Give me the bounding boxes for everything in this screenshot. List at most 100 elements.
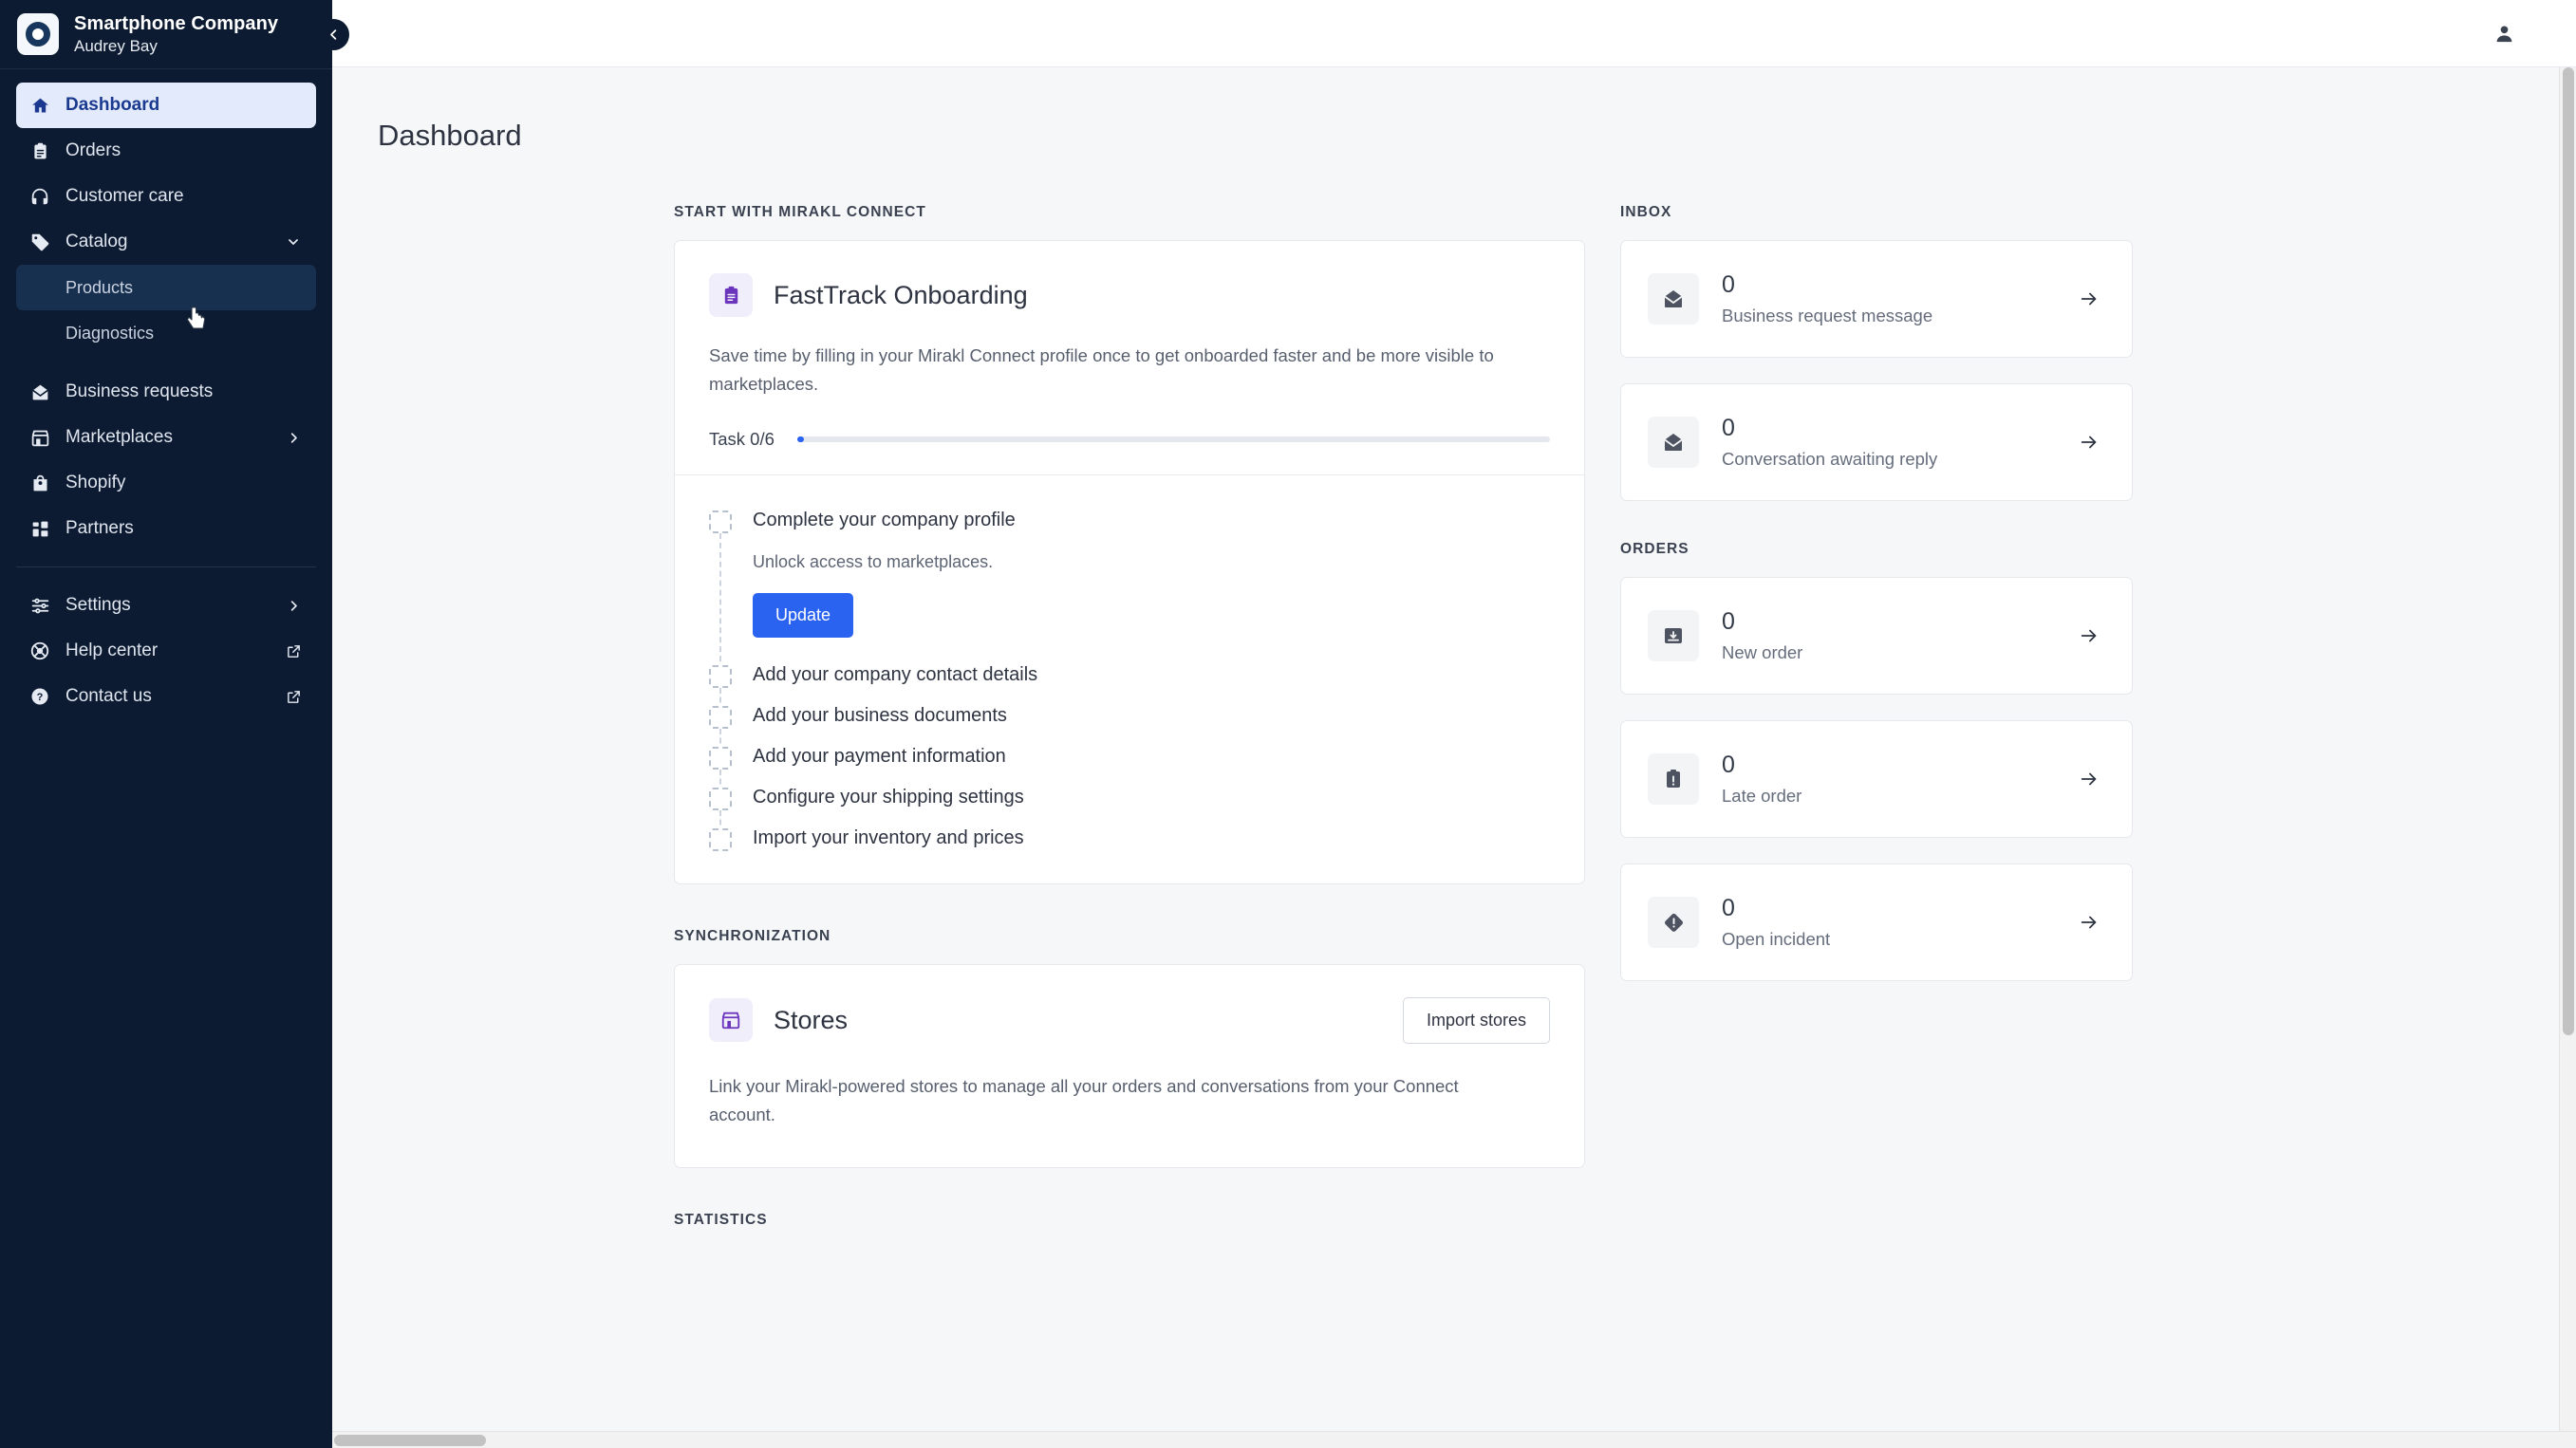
sidebar-item-partners[interactable]: Partners <box>16 506 316 551</box>
sidebar-divider <box>16 566 316 567</box>
task-checkbox[interactable] <box>709 827 732 851</box>
stores-description: Link your Mirakl-powered stores to manag… <box>709 1075 1459 1124</box>
stat-count: 0 <box>1722 608 1735 636</box>
vertical-scrollbar[interactable] <box>2559 67 2576 1431</box>
sidebar-item-label: Marketplaces <box>65 427 173 447</box>
task-checkbox[interactable] <box>709 787 732 810</box>
task-body: Import your inventory and prices <box>753 826 1550 851</box>
sidebar-item-label: Business requests <box>65 381 214 401</box>
stores-header-row: Stores Import stores <box>709 996 1550 1044</box>
task-label: Add your business documents <box>753 704 1007 726</box>
sidebar-item-settings[interactable]: Settings <box>16 583 316 628</box>
progress-label: Task 0/6 <box>709 428 775 449</box>
sidebar-item-marketplaces[interactable]: Marketplaces <box>16 415 316 460</box>
arrow-right-icon[interactable] <box>2073 283 2105 315</box>
sidebar-item-products[interactable]: Products <box>16 265 316 310</box>
task-body: Add your company contact details <box>753 662 1550 703</box>
fasttrack-progress: Task 0/6 <box>709 429 1550 450</box>
sidebar-item-dashboard[interactable]: Dashboard <box>16 83 316 128</box>
clipboard-icon <box>29 140 50 161</box>
sidebar: Smartphone Company Audrey Bay Dashboard … <box>0 0 332 1448</box>
clipboard-alert-icon <box>1648 753 1699 805</box>
stores-title-group: Stores <box>709 998 1403 1043</box>
sidebar-item-orders[interactable]: Orders <box>16 128 316 174</box>
stat-count: 0 <box>1722 271 1735 299</box>
user-name: Audrey Bay <box>74 36 158 55</box>
sidebar-item-label: Catalog <box>65 232 128 251</box>
sidebar-item-label: Partners <box>65 518 134 538</box>
section-label-start: Start with Mirakl Connect <box>674 204 926 220</box>
stores-body: Stores Import stores Link your Mirakl-po… <box>675 965 1584 1167</box>
inbox-download-icon <box>1648 610 1699 661</box>
left-column: Start with Mirakl Connect FastTrack Onbo… <box>674 204 1585 1248</box>
sidebar-item-catalog[interactable]: Catalog <box>16 219 316 265</box>
inbox-business-request-card[interactable]: 0 Business request message <box>1620 240 2133 358</box>
stat-label: Conversation awaiting reply <box>1722 448 1938 469</box>
brand-header[interactable]: Smartphone Company Audrey Bay <box>0 0 332 68</box>
chevron-down-icon <box>284 232 303 251</box>
progress-fill <box>796 436 804 442</box>
sliders-icon <box>29 595 50 616</box>
orders-late-order-card[interactable]: 0 Late order <box>1620 720 2133 838</box>
task-checkbox[interactable] <box>709 664 732 688</box>
horizontal-scrollbar[interactable] <box>332 1431 2576 1448</box>
arrow-right-icon[interactable] <box>2073 906 2105 938</box>
arrow-right-icon[interactable] <box>2073 620 2105 652</box>
orders-new-order-card[interactable]: 0 New order <box>1620 577 2133 695</box>
update-button[interactable]: Update <box>753 592 854 638</box>
task-label: Add your company contact details <box>753 663 1038 685</box>
topbar <box>332 0 2576 67</box>
stat-label: New order <box>1722 641 1803 662</box>
fasttrack-onboarding-card: FastTrack Onboarding Save time by fillin… <box>674 240 1585 884</box>
stat-label: Open incident <box>1722 928 1831 949</box>
task-checkbox[interactable] <box>709 746 732 770</box>
sidebar-item-label: Contact us <box>65 686 152 706</box>
import-stores-button[interactable]: Import stores <box>1402 996 1550 1044</box>
task-label: Import your inventory and prices <box>753 826 1024 848</box>
sidebar-item-customer-care[interactable]: Customer care <box>16 174 316 219</box>
brand-text: Smartphone Company Audrey Bay <box>74 12 278 56</box>
arrow-right-icon[interactable] <box>2073 763 2105 795</box>
section-label-synchronization: Synchronization <box>674 927 831 944</box>
sidebar-item-shopify[interactable]: Shopify <box>16 460 316 506</box>
user-icon[interactable] <box>2485 14 2523 52</box>
dashboard-grid: Start with Mirakl Connect FastTrack Onbo… <box>674 204 2576 1248</box>
stat-text: 0 Late order <box>1722 752 2050 807</box>
task-body: Add your business documents <box>753 703 1550 744</box>
stat-text: 0 Open incident <box>1722 895 2050 950</box>
app-root: Smartphone Company Audrey Bay Dashboard … <box>0 0 2576 1448</box>
external-link-icon <box>284 687 303 706</box>
task-item: Complete your company profile Unlock acc… <box>709 508 1550 671</box>
inbox-conversation-card[interactable]: 0 Conversation awaiting reply <box>1620 383 2133 501</box>
vertical-scrollbar-thumb[interactable] <box>2563 67 2574 1035</box>
storefront-purple-icon <box>709 998 753 1043</box>
horizontal-scrollbar-thumb[interactable] <box>334 1435 486 1446</box>
right-column: Inbox 0 Business request message <box>1620 204 2133 1007</box>
sidebar-item-diagnostics[interactable]: Diagnostics <box>16 310 316 356</box>
envelope-open-icon <box>1648 273 1699 325</box>
fasttrack-title: FastTrack Onboarding <box>774 280 1028 309</box>
task-sublabel: Unlock access to marketplaces. <box>753 551 994 571</box>
stores-title: Stores <box>774 1005 849 1034</box>
progress-track <box>796 436 1550 442</box>
svg-text:?: ? <box>37 692 44 703</box>
task-checkbox[interactable] <box>709 705 732 729</box>
company-name: Smartphone Company <box>74 12 279 34</box>
sidebar-item-help-center[interactable]: Help center <box>16 628 316 674</box>
fasttrack-header: FastTrack Onboarding Save time by fillin… <box>675 241 1584 450</box>
task-connector <box>719 532 721 671</box>
sidebar-item-label: Shopify <box>65 473 126 492</box>
page-title: Dashboard <box>378 119 522 152</box>
task-item: Configure your shipping settings <box>709 785 1550 834</box>
primary-nav: Dashboard Orders Customer care Catalog P… <box>0 69 332 551</box>
orders-open-incident-card[interactable]: 0 Open incident <box>1620 863 2133 981</box>
task-checkbox[interactable] <box>709 510 732 533</box>
sidebar-collapse-button[interactable] <box>318 19 349 50</box>
sidebar-item-contact-us[interactable]: ? Contact us <box>16 674 316 719</box>
arrow-right-icon[interactable] <box>2073 426 2105 458</box>
sidebar-item-label: Settings <box>65 595 131 615</box>
stat-count: 0 <box>1722 752 1735 779</box>
sidebar-item-business-requests[interactable]: Business requests <box>16 369 316 415</box>
fasttrack-task-list: Complete your company profile Unlock acc… <box>675 475 1584 883</box>
